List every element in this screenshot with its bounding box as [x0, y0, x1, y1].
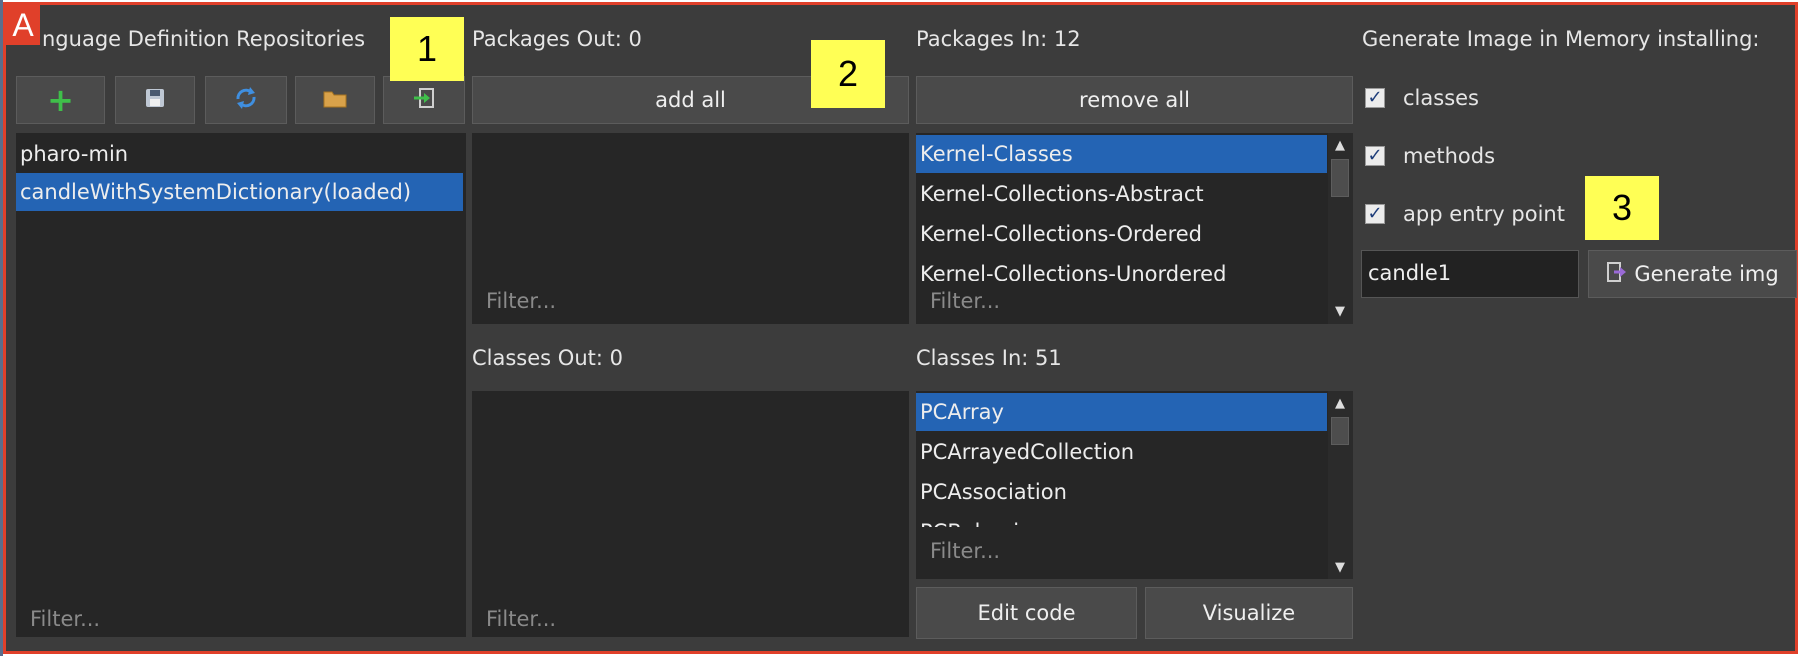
repositories-filter[interactable]: Filter... [30, 607, 100, 631]
import-icon [412, 86, 436, 115]
package-item[interactable]: Kernel-Collections-Abstract [916, 175, 1327, 213]
package-item-selected[interactable]: Kernel-Classes [916, 135, 1327, 173]
classes-out-title: Classes Out: 0 [472, 346, 623, 370]
visualize-button[interactable]: Visualize [1145, 587, 1353, 639]
methods-checkbox[interactable]: ✓ [1365, 146, 1385, 166]
scroll-thumb[interactable] [1331, 417, 1349, 445]
open-folder-button[interactable] [295, 76, 375, 124]
packages-in-filter[interactable]: Filter... [930, 289, 1000, 313]
class-item[interactable]: PCAssociation [916, 473, 1327, 511]
packages-out-filter[interactable]: Filter... [486, 289, 556, 313]
refresh-repository-button[interactable] [205, 76, 287, 124]
classes-checkbox[interactable]: ✓ [1365, 88, 1385, 108]
packages-in-scrollbar[interactable]: ▲ ▼ [1328, 133, 1353, 324]
callout-3: 3 [1585, 176, 1659, 240]
folder-icon [322, 87, 348, 114]
option-label: app entry point [1403, 202, 1565, 226]
option-label: methods [1403, 144, 1496, 168]
scroll-up-icon[interactable]: ▲ [1328, 133, 1352, 157]
export-icon [1606, 260, 1628, 289]
classes-out-filter[interactable]: Filter... [486, 607, 556, 631]
class-item-selected[interactable]: PCArray [916, 393, 1327, 431]
generate-title: Generate Image in Memory installing: [1362, 27, 1760, 51]
save-repository-button[interactable] [115, 76, 195, 124]
image-name-input[interactable]: candle1 [1361, 250, 1579, 298]
candle-image-builder-window: A nguage Definition Repositories + pharo… [3, 2, 1798, 654]
packages-in-title: Packages In: 12 [916, 27, 1081, 51]
plus-icon: + [47, 81, 74, 119]
generate-img-label: Generate img [1634, 262, 1779, 286]
add-repository-button[interactable]: + [16, 76, 105, 124]
repositories-list[interactable]: pharo-min candleWithSystemDictionary(loa… [16, 133, 466, 637]
class-item[interactable]: PCBehavior [916, 513, 1327, 527]
classes-in-title: Classes In: 51 [916, 346, 1062, 370]
app-entry-point-checkbox[interactable]: ✓ [1365, 204, 1385, 224]
scroll-down-icon[interactable]: ▼ [1328, 555, 1352, 579]
scroll-down-icon[interactable]: ▼ [1328, 299, 1352, 323]
repository-item-selected[interactable]: candleWithSystemDictionary(loaded) [16, 173, 463, 211]
scroll-up-icon[interactable]: ▲ [1328, 391, 1352, 415]
class-item[interactable]: PCArrayedCollection [916, 433, 1327, 471]
package-item[interactable]: Kernel-Collections-Unordered [916, 255, 1327, 281]
remove-all-button[interactable]: remove all [916, 76, 1353, 124]
refresh-icon [233, 85, 259, 116]
floppy-disk-icon [144, 87, 166, 114]
packages-in-list[interactable]: Kernel-Classes Kernel-Collections-Abstra… [916, 133, 1353, 324]
callout-2: 2 [811, 40, 885, 108]
generate-img-button[interactable]: Generate img [1588, 250, 1797, 298]
packages-out-title: Packages Out: 0 [472, 27, 642, 51]
package-item[interactable]: Kernel-Collections-Ordered [916, 215, 1327, 253]
packages-out-list[interactable]: Filter... [472, 133, 909, 324]
classes-out-list[interactable]: Filter... [472, 391, 909, 637]
repositories-title: nguage Definition Repositories [42, 27, 366, 51]
frame-marker: A [6, 5, 40, 45]
classes-in-filter[interactable]: Filter... [930, 539, 1000, 563]
repository-item[interactable]: pharo-min [16, 135, 463, 173]
classes-in-list[interactable]: PCArray PCArrayedCollection PCAssociatio… [916, 391, 1353, 579]
option-label: classes [1403, 86, 1479, 110]
edit-code-button[interactable]: Edit code [916, 587, 1137, 639]
callout-1: 1 [390, 17, 464, 81]
scroll-thumb[interactable] [1331, 159, 1349, 197]
import-repository-button[interactable] [383, 76, 465, 124]
classes-in-scrollbar[interactable]: ▲ ▼ [1328, 391, 1353, 579]
